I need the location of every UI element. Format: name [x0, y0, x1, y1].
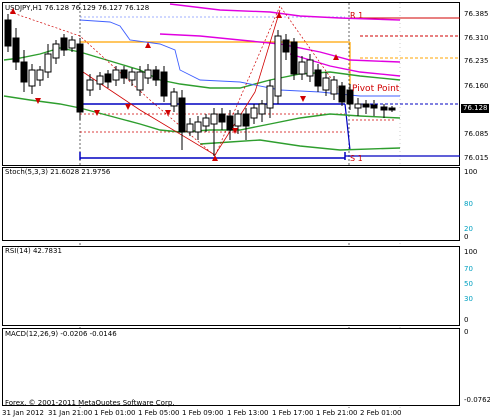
stoch-header: Stoch(5,3,3) 21.6028 21.9756 [5, 168, 111, 176]
rsi-header: RSI(14) 42.7831 [5, 247, 62, 255]
price-axis-label: 76.385 [464, 10, 489, 18]
zigzag-lines [9, 5, 346, 157]
fractal-arrows [10, 8, 339, 161]
stoch-axis-label: 80 [464, 200, 473, 208]
time-axis-label: 1 Feb 13:00 [227, 409, 269, 417]
stoch-axis-label: 100 [464, 168, 478, 176]
macd-header: MACD(12,26,9) -0.0206 -0.0146 [5, 330, 117, 338]
r1-label: R 1 [350, 11, 364, 20]
stoch-axis-label: 0 [464, 233, 469, 241]
time-axis-label: 1 Feb 21:00 [316, 409, 358, 417]
rsi-panel[interactable] [2, 246, 460, 326]
rsi-axis-label: 70 [464, 265, 473, 273]
rsi-axis-label: 50 [464, 280, 473, 288]
macd-panel[interactable] [2, 328, 460, 406]
time-axis-label: 31 Jan 21:00 [48, 409, 93, 417]
price-axis-label: 76.015 [464, 154, 489, 162]
macd-axis-label: -0.0762 [464, 396, 490, 404]
current-price-tag: 76.128 [461, 104, 489, 113]
price-axis-label: 76.085 [464, 130, 489, 138]
price-axis-label: 76.235 [464, 57, 489, 65]
rsi-axis-label: 30 [464, 295, 473, 303]
time-axis-label: 1 Feb 05:00 [138, 409, 180, 417]
price-axis-label: 76.310 [464, 34, 489, 42]
rsi-axis-label: 0 [464, 316, 469, 324]
time-axis-label: 1 Feb 01:00 [94, 409, 136, 417]
stoch-panel[interactable] [2, 167, 460, 241]
time-axis-label: 1 Feb 17:00 [272, 409, 314, 417]
macd-axis-label: 0 [464, 328, 469, 336]
price-axis-label: 76.160 [464, 82, 489, 90]
time-axis-label: 31 Jan 2012 [2, 409, 44, 417]
pivot-point-label: Pivot Point [352, 84, 400, 94]
s1-label: S 1 [350, 154, 363, 163]
time-axis-label: 1 Feb 09:00 [182, 409, 224, 417]
copyright-text: Forex. © 2001-2011 MetaQuotes Software C… [5, 399, 175, 407]
rsi-axis-label: 100 [464, 248, 478, 256]
stoch-axis-label: 20 [464, 225, 473, 233]
time-axis-label: 2 Feb 01:00 [360, 409, 402, 417]
